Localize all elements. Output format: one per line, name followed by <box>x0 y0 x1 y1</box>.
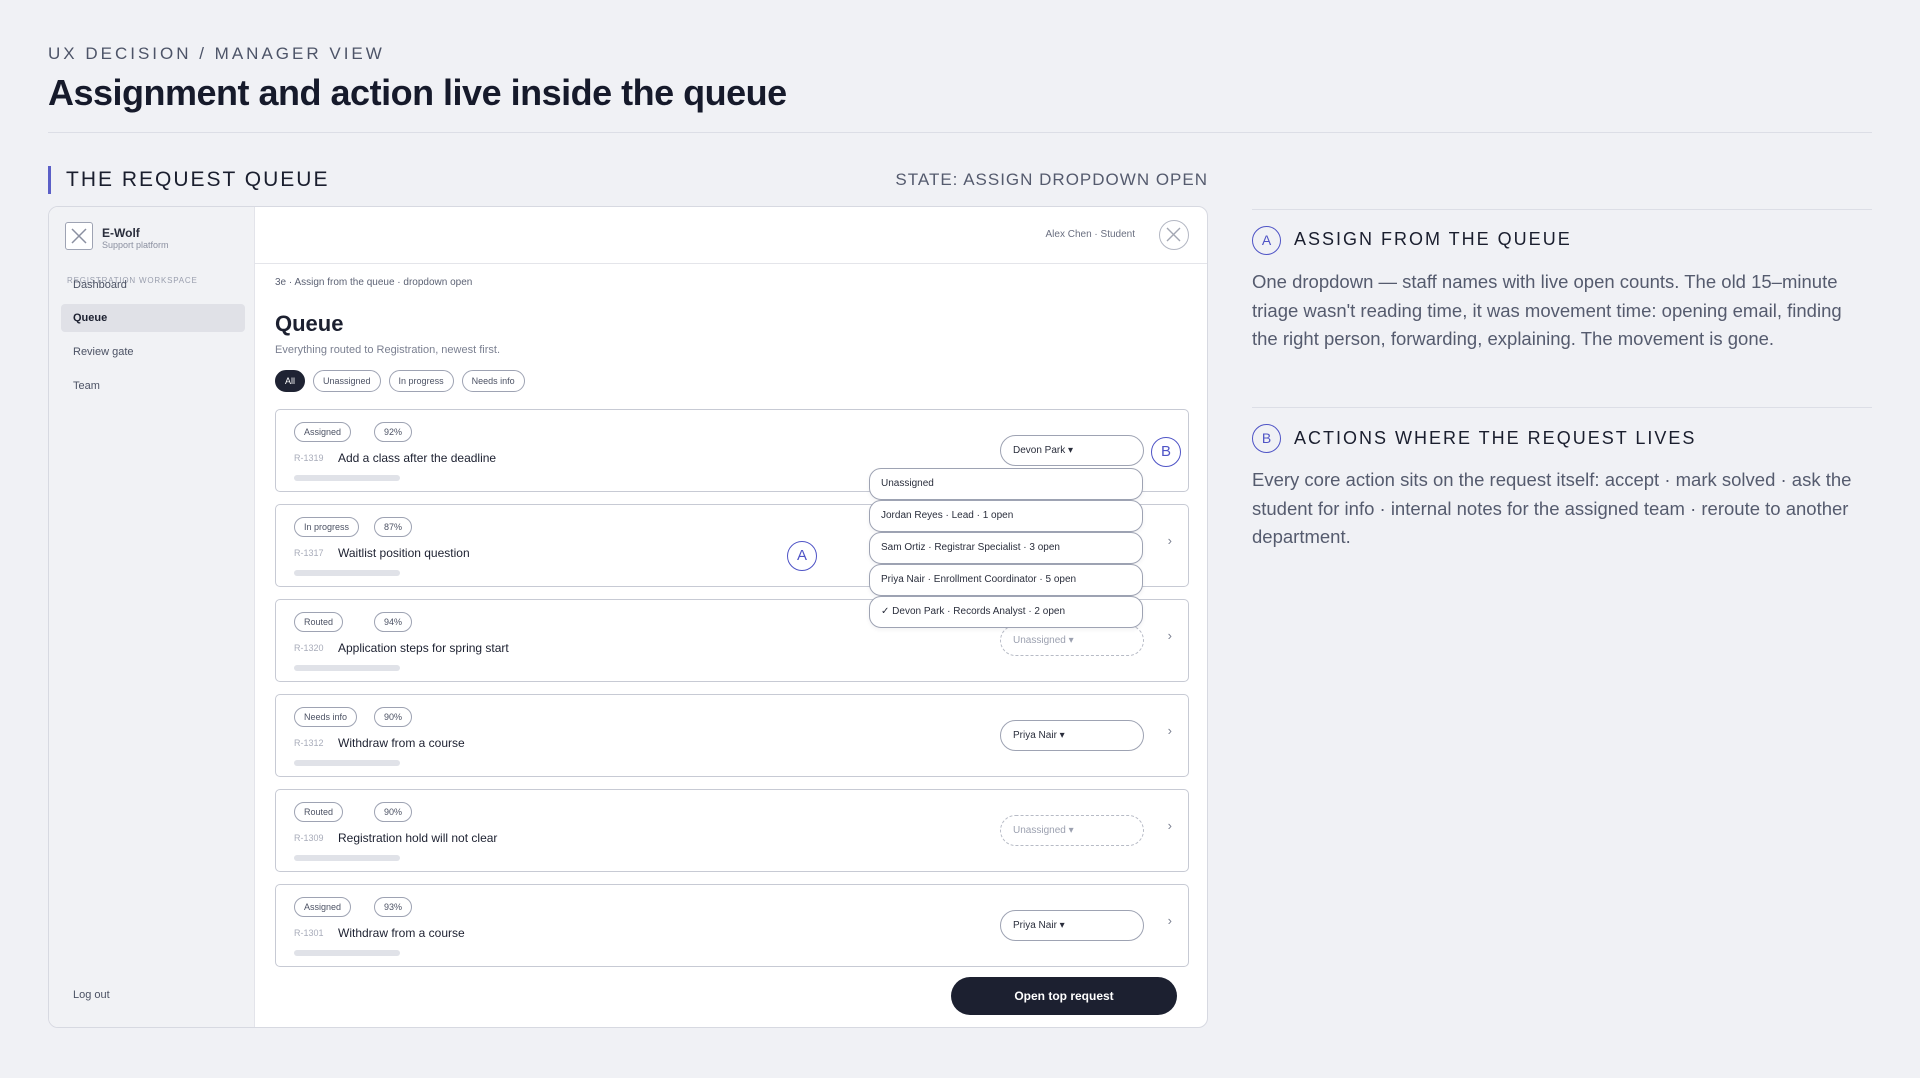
request-title: Withdraw from a course <box>338 926 465 940</box>
sidebar: E-Wolf Support platform REGISTRATION WOR… <box>49 207 255 1027</box>
eyebrow: UX DECISION / MANAGER VIEW <box>48 44 385 63</box>
progress-bar <box>294 855 400 861</box>
request-title: Withdraw from a course <box>338 736 465 750</box>
header-divider <box>48 132 1872 133</box>
assignee-dropdown[interactable]: Unassigned ▾ <box>1000 625 1144 656</box>
sidebar-item-dashboard[interactable]: Dashboard <box>61 271 245 299</box>
request-card[interactable]: Needs info 90% R-1312 Withdraw from a co… <box>275 694 1189 777</box>
chevron-right-icon[interactable]: › <box>1168 723 1172 738</box>
filter-unassigned[interactable]: Unassigned <box>313 370 381 392</box>
request-title: Registration hold will not clear <box>338 831 498 845</box>
app-topbar: Alex Chen · Student <box>255 207 1207 264</box>
user-label: Alex Chen · Student <box>1045 229 1136 240</box>
status-badge: Assigned <box>294 897 352 917</box>
request-title: Add a class after the deadline <box>338 451 497 465</box>
app-frame: E-Wolf Support platform REGISTRATION WOR… <box>48 206 1208 1028</box>
filter-in-progress[interactable]: In progress <box>388 370 454 392</box>
filter-all[interactable]: All <box>275 370 306 392</box>
request-title: Waitlist position question <box>338 546 470 560</box>
queue-subtitle: Everything routed to Registration, newes… <box>275 344 500 356</box>
note-marker-a: A <box>1252 226 1281 255</box>
queue-title: Queue <box>275 311 344 336</box>
note-body-a: One dropdown — staff names with live ope… <box>1252 271 1842 349</box>
assignee-dropdown[interactable]: Unassigned ▾ <box>1000 815 1144 846</box>
request-id: R-1312 <box>294 738 324 748</box>
note-marker-b: B <box>1252 424 1281 453</box>
request-id: R-1320 <box>294 643 324 653</box>
progress-bar <box>294 475 400 481</box>
section-title: THE REQUEST QUEUE <box>48 166 329 194</box>
filter-needs-info[interactable]: Needs info <box>461 370 525 392</box>
assignee-dropdown[interactable]: Priya Nair ▾ <box>1000 910 1144 941</box>
logout-link[interactable]: Log out <box>73 989 110 1001</box>
chevron-right-icon[interactable]: › <box>1168 533 1172 548</box>
confidence-badge: 90% <box>374 802 413 822</box>
progress-bar <box>294 665 400 671</box>
status-badge: Assigned <box>294 422 352 442</box>
confidence-badge: 92% <box>374 422 413 442</box>
status-badge: In progress <box>294 517 360 537</box>
note-title-b: ACTIONS WHERE THE REQUEST LIVES <box>1294 428 1697 448</box>
progress-bar <box>294 760 400 766</box>
request-title: Application steps for spring start <box>338 641 509 655</box>
note-divider <box>1252 407 1872 408</box>
dropdown-option-jordan-reyes[interactable]: Jordan Reyes · Lead · 1 open <box>869 500 1143 532</box>
note-divider <box>1252 209 1872 210</box>
request-id: R-1317 <box>294 548 324 558</box>
request-id: R-1319 <box>294 453 324 463</box>
dropdown-option-sam-ortiz[interactable]: Sam Ortiz · Registrar Specialist · 3 ope… <box>869 532 1143 564</box>
step-label: 3e · Assign from the queue · dropdown op… <box>275 277 473 288</box>
assignee-dropdown[interactable]: Priya Nair ▾ <box>1000 720 1144 751</box>
confidence-badge: 93% <box>374 897 413 917</box>
progress-bar <box>294 950 400 956</box>
dropdown-option-priya-nair[interactable]: Priya Nair · Enrollment Coordinator · 5 … <box>869 564 1143 596</box>
sidebar-item-review-gate[interactable]: Review gate <box>61 338 245 366</box>
brand-name: E-Wolf <box>102 226 140 240</box>
logo-icon <box>65 222 93 250</box>
note-title-a: ASSIGN FROM THE QUEUE <box>1294 229 1572 249</box>
dropdown-option-unassigned[interactable]: Unassigned <box>869 468 1143 500</box>
status-badge: Needs info <box>294 707 358 727</box>
confidence-badge: 90% <box>374 707 413 727</box>
open-top-request-button[interactable]: Open top request <box>951 977 1177 1015</box>
request-id: R-1309 <box>294 833 324 843</box>
page-title: Assignment and action live inside the qu… <box>48 72 787 113</box>
request-card[interactable]: Routed 90% R-1309 Registration hold will… <box>275 789 1189 872</box>
request-card[interactable]: Assigned 93% R-1301 Withdraw from a cour… <box>275 884 1189 967</box>
filter-chips: All Unassigned In progress Needs info <box>275 370 525 392</box>
progress-bar <box>294 570 400 576</box>
status-badge: Routed <box>294 612 344 632</box>
chevron-right-icon[interactable]: › <box>1168 628 1172 643</box>
sidebar-item-queue[interactable]: Queue <box>61 304 245 332</box>
note-body-b: Every core action sits on the request it… <box>1252 469 1852 547</box>
brand-subtitle: Support platform <box>102 240 169 250</box>
close-icon[interactable] <box>1159 220 1189 250</box>
callout-marker-a: A <box>787 541 817 571</box>
state-label: STATE: ASSIGN DROPDOWN OPEN <box>895 170 1208 189</box>
sidebar-item-team[interactable]: Team <box>61 372 245 400</box>
assignee-dropdown[interactable]: Devon Park ▾ <box>1000 435 1144 466</box>
callout-marker-b: B <box>1151 437 1181 467</box>
status-badge: Routed <box>294 802 344 822</box>
confidence-badge: 87% <box>374 517 413 537</box>
confidence-badge: 94% <box>374 612 413 632</box>
chevron-right-icon[interactable]: › <box>1168 913 1172 928</box>
request-id: R-1301 <box>294 928 324 938</box>
chevron-right-icon[interactable]: › <box>1168 818 1172 833</box>
dropdown-option-devon-park[interactable]: ✓ Devon Park · Records Analyst · 2 open <box>869 596 1143 628</box>
